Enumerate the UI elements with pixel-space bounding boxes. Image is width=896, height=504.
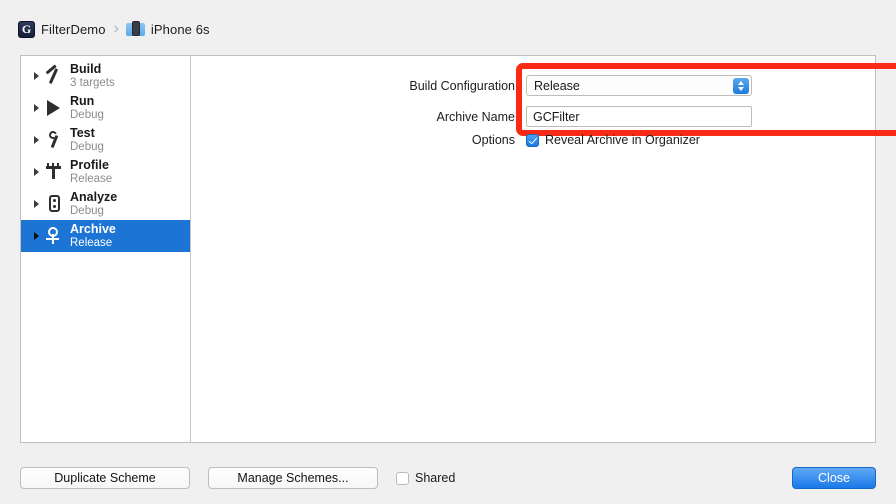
breadcrumb-separator: › — [113, 20, 119, 37]
options-row: Options Reveal Archive in Organizer — [396, 133, 700, 147]
shared-checkbox-wrap[interactable]: Shared — [396, 471, 455, 485]
disclosure-triangle-icon[interactable] — [29, 136, 43, 144]
build-configuration-select[interactable]: Release — [526, 75, 752, 96]
sidebar-item-subtitle: Release — [70, 172, 113, 185]
disclosure-triangle-icon[interactable] — [29, 72, 43, 80]
sidebar-item-analyze[interactable]: Analyze Debug — [21, 188, 190, 220]
breadcrumb-device[interactable]: iPhone 6s — [125, 21, 210, 37]
analyze-icon — [43, 193, 67, 215]
breadcrumb-device-label: iPhone 6s — [150, 21, 210, 37]
build-configuration-value: Release — [534, 78, 580, 93]
sidebar-item-subtitle: Release — [70, 236, 113, 249]
sidebar-item-archive[interactable]: Archive Release — [21, 220, 190, 252]
disclosure-triangle-icon[interactable] — [29, 200, 43, 208]
hammer-icon — [43, 64, 67, 87]
breadcrumb-project[interactable]: G FilterDemo — [18, 20, 106, 38]
simulator-device-icon — [125, 21, 145, 37]
sidebar-item-subtitle: Debug — [70, 140, 104, 153]
build-configuration-row: Build Configuration Release — [396, 75, 752, 96]
archive-settings-pane: Build Configuration Release Archive Name… — [191, 56, 896, 442]
build-configuration-label: Build Configuration — [409, 78, 515, 93]
archive-name-input[interactable]: GCFilter — [526, 106, 752, 127]
breadcrumb-project-label: FilterDemo — [41, 21, 106, 37]
manage-schemes-button[interactable]: Manage Schemes... — [208, 467, 378, 489]
sidebar-item-subtitle: Debug — [70, 108, 104, 121]
footer-bar: Duplicate Scheme Manage Schemes... Share… — [0, 452, 896, 504]
toolbar: G FilterDemo › iPhone 6s — [0, 0, 896, 58]
scheme-editor-window: G FilterDemo › iPhone 6s Build 3 targets — [0, 0, 896, 504]
chevron-updown-icon[interactable] — [733, 77, 749, 94]
sidebar-item-title: Profile — [70, 158, 109, 173]
reveal-archive-checkbox-wrap[interactable]: Reveal Archive in Organizer — [526, 133, 700, 147]
sidebar-item-title: Run — [70, 94, 95, 109]
sidebar-item-title: Test — [70, 126, 95, 141]
sidebar-item-build[interactable]: Build 3 targets — [21, 60, 190, 92]
sidebar-item-run[interactable]: Run Debug — [21, 92, 190, 124]
archive-icon — [43, 225, 67, 247]
archive-name-value: GCFilter — [533, 109, 580, 124]
play-icon — [43, 97, 67, 119]
archive-name-label: Archive Name — [436, 109, 516, 124]
duplicate-scheme-button[interactable]: Duplicate Scheme — [20, 467, 190, 489]
reveal-archive-checkbox[interactable] — [526, 133, 539, 147]
project-icon: G — [18, 20, 35, 38]
close-button[interactable]: Close — [792, 467, 876, 489]
options-label: Options — [471, 133, 515, 147]
sidebar-item-title: Archive — [70, 222, 116, 237]
scheme-panel: Build 3 targets Run Debug Test Debug Pro… — [20, 55, 896, 443]
reveal-archive-label: Reveal Archive in Organizer — [545, 133, 700, 147]
sidebar-item-test[interactable]: Test Debug — [21, 124, 190, 156]
scheme-action-list: Build 3 targets Run Debug Test Debug Pro… — [21, 56, 191, 442]
wrench-icon — [43, 129, 67, 151]
sidebar-item-title: Build — [70, 62, 102, 77]
sidebar-item-profile[interactable]: Profile Release — [21, 156, 190, 188]
disclosure-triangle-icon[interactable] — [29, 168, 43, 176]
shared-checkbox[interactable] — [396, 471, 409, 485]
disclosure-triangle-icon[interactable] — [29, 104, 43, 112]
disclosure-triangle-icon[interactable] — [29, 232, 43, 240]
archive-name-row: Archive Name GCFilter — [396, 106, 752, 127]
shared-label: Shared — [415, 471, 456, 485]
gauge-icon — [43, 161, 67, 183]
sidebar-item-subtitle: 3 targets — [70, 76, 115, 89]
sidebar-item-title: Analyze — [70, 190, 118, 205]
sidebar-item-subtitle: Debug — [70, 204, 104, 217]
